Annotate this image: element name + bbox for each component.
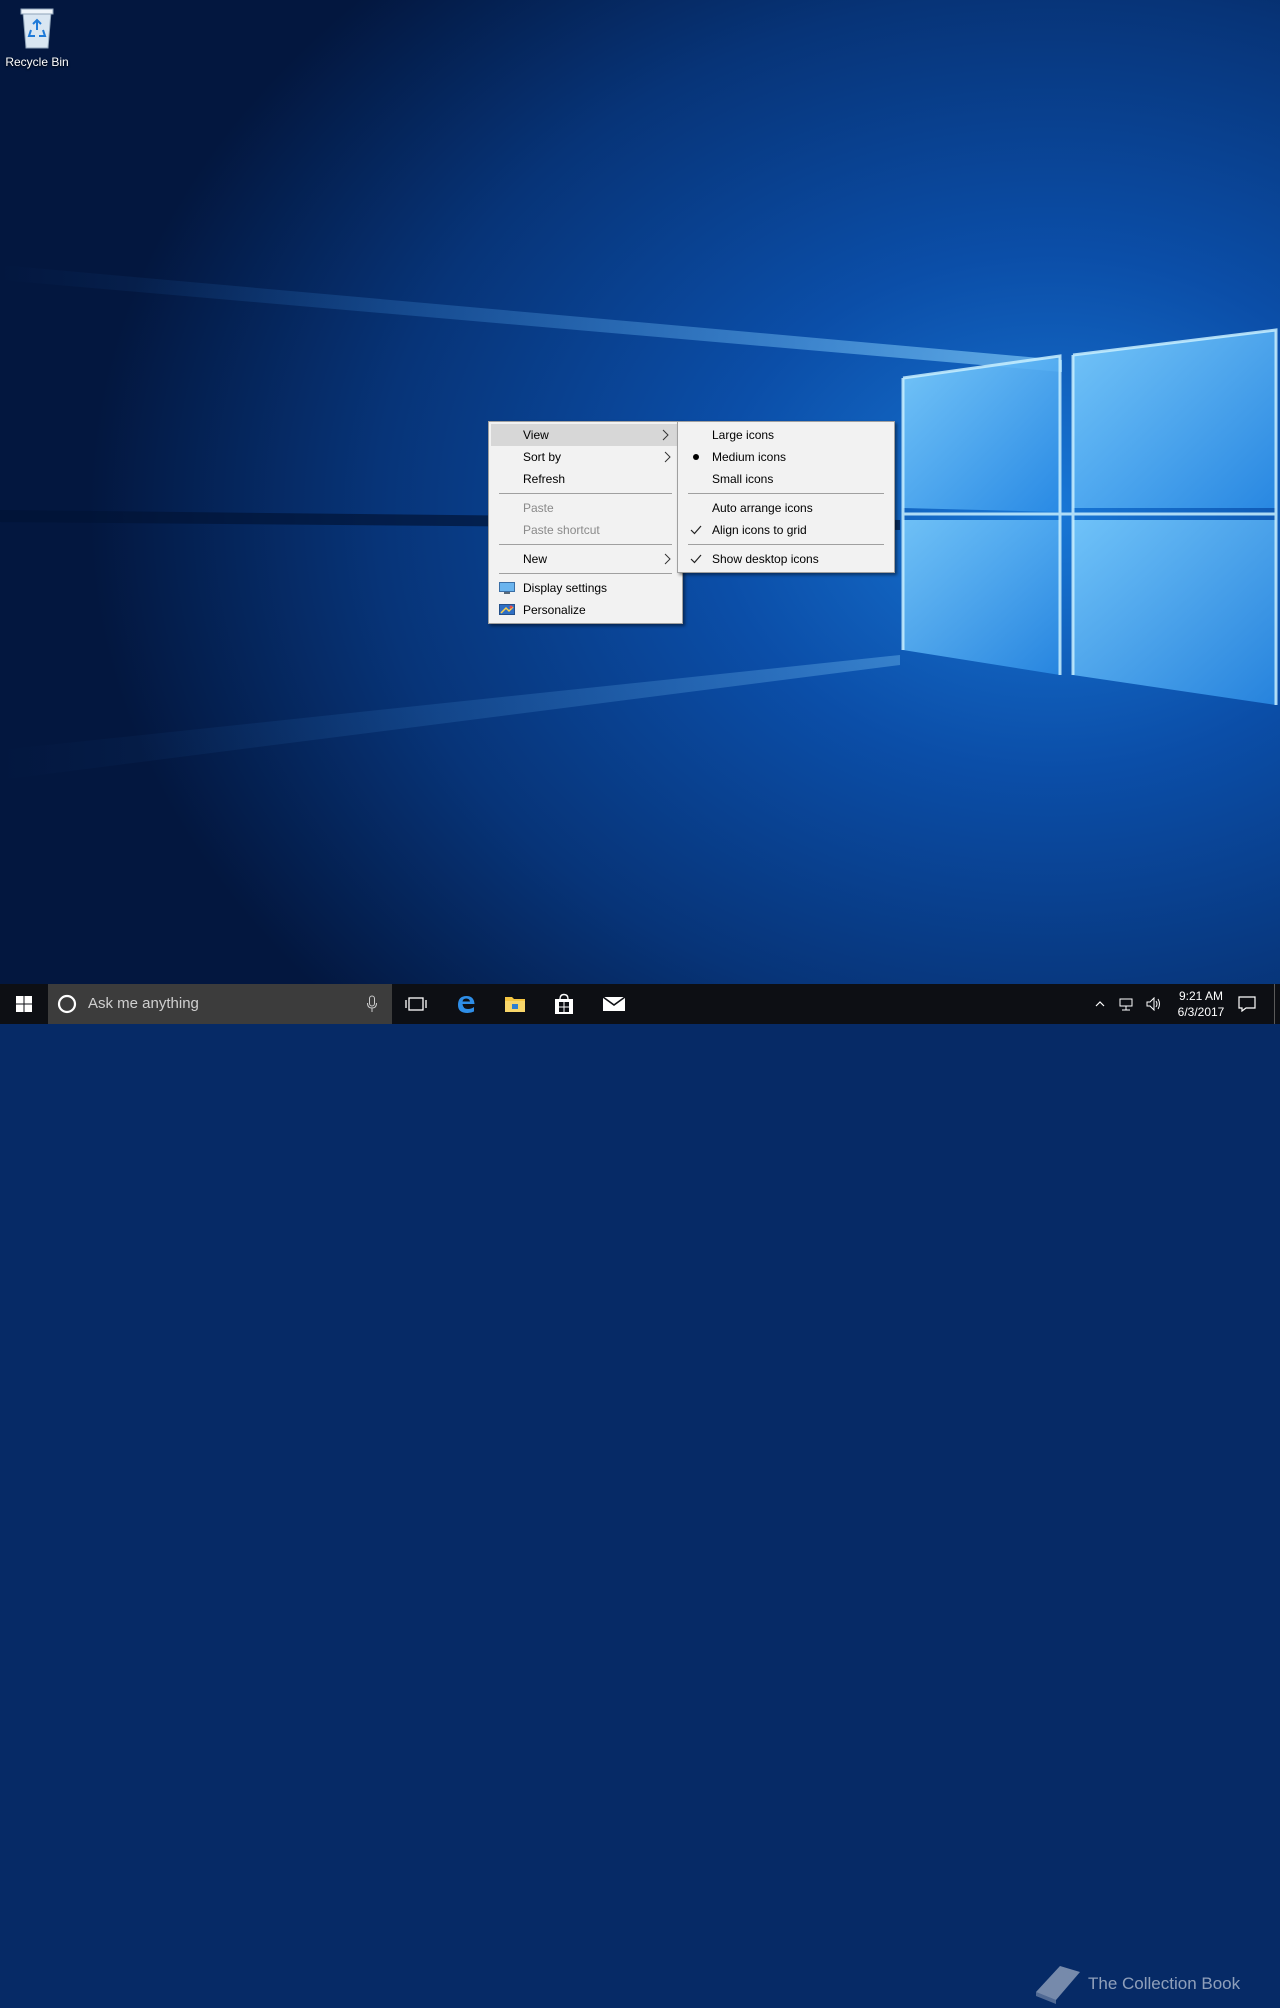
start-button[interactable] bbox=[0, 984, 48, 1024]
book-logo-icon bbox=[1036, 1966, 1080, 2004]
menu-item-auto-arrange-icons[interactable]: Auto arrange icons bbox=[678, 497, 894, 519]
menu-item-label: Paste shortcut bbox=[523, 523, 600, 537]
menu-item-label: New bbox=[523, 552, 548, 566]
store-icon bbox=[555, 993, 573, 1014]
edge-icon bbox=[458, 996, 475, 1013]
menu-item-label: Show desktop icons bbox=[712, 552, 819, 566]
checkmark-icon bbox=[688, 519, 704, 541]
menu-separator bbox=[499, 493, 672, 494]
menu-item-label: Small icons bbox=[712, 472, 774, 486]
chevron-right-icon bbox=[662, 429, 669, 441]
display-settings-icon bbox=[499, 582, 515, 594]
menu-item-refresh[interactable]: Refresh bbox=[489, 468, 682, 490]
action-center-button[interactable] bbox=[1238, 984, 1256, 1024]
file-explorer-icon bbox=[505, 997, 525, 1012]
desktop-context-menu: View Sort by Refresh Paste Paste shortcu… bbox=[488, 421, 683, 624]
store-button[interactable] bbox=[540, 984, 588, 1024]
mail-button[interactable] bbox=[589, 984, 639, 1024]
menu-item-label: Auto arrange icons bbox=[712, 501, 813, 515]
menu-item-show-desktop-icons[interactable]: Show desktop icons bbox=[678, 548, 894, 570]
system-tray bbox=[1094, 984, 1162, 1024]
taskbar-clock[interactable]: 9:21 AM 6/3/2017 bbox=[1166, 988, 1236, 1020]
file-explorer-button[interactable] bbox=[491, 984, 539, 1024]
recycle-bin-icon bbox=[20, 8, 54, 49]
recycle-bin-label: Recycle Bin bbox=[5, 55, 69, 69]
menu-separator bbox=[499, 573, 672, 574]
menu-item-label: Large icons bbox=[712, 428, 775, 442]
clock-date: 6/3/2017 bbox=[1177, 1005, 1225, 1019]
menu-separator bbox=[688, 544, 884, 545]
volume-icon[interactable] bbox=[1146, 997, 1162, 1011]
menu-item-label: Personalize bbox=[523, 603, 586, 617]
menu-item-large-icons[interactable]: Large icons bbox=[678, 424, 894, 446]
menu-item-sort-by[interactable]: Sort by bbox=[489, 446, 682, 468]
menu-separator bbox=[688, 493, 884, 494]
view-submenu: Large icons Medium icons Small icons Aut… bbox=[677, 421, 895, 573]
recycle-bin-shortcut[interactable]: Recycle Bin bbox=[2, 6, 72, 69]
cortana-search-box[interactable]: Ask me anything bbox=[48, 984, 392, 1024]
cortana-icon bbox=[57, 994, 77, 1014]
menu-item-label: Sort by bbox=[523, 450, 562, 464]
radio-bullet-icon bbox=[688, 446, 704, 468]
menu-item-label: Display settings bbox=[523, 581, 608, 595]
menu-item-label: Paste bbox=[523, 501, 554, 515]
taskbar: Ask me anything The Collection Book 9:21… bbox=[0, 984, 1280, 2004]
chevron-right-icon bbox=[664, 451, 671, 463]
task-view-button[interactable] bbox=[392, 984, 440, 1024]
chevron-right-icon bbox=[664, 553, 671, 565]
chevron-up-icon[interactable] bbox=[1094, 998, 1106, 1010]
show-desktop-button[interactable] bbox=[1274, 984, 1280, 1024]
menu-item-medium-icons[interactable]: Medium icons bbox=[678, 446, 894, 468]
menu-item-label: Refresh bbox=[523, 472, 566, 486]
edge-button[interactable] bbox=[441, 984, 491, 1024]
personalize-icon bbox=[499, 604, 515, 615]
menu-item-new[interactable]: New bbox=[489, 548, 682, 570]
menu-item-paste-shortcut: Paste shortcut bbox=[489, 519, 682, 541]
microphone-icon[interactable] bbox=[366, 995, 378, 1013]
menu-item-label: Align icons to grid bbox=[712, 523, 807, 537]
menu-item-paste: Paste bbox=[489, 497, 682, 519]
menu-item-label: View bbox=[523, 428, 549, 442]
search-placeholder: Ask me anything bbox=[88, 995, 199, 1012]
task-view-icon bbox=[405, 997, 427, 1011]
checkmark-icon bbox=[688, 548, 704, 570]
menu-item-small-icons[interactable]: Small icons bbox=[678, 468, 894, 490]
menu-item-display-settings[interactable]: Display settings bbox=[489, 577, 682, 599]
watermark: The Collection Book bbox=[1030, 1960, 1240, 2008]
menu-item-personalize[interactable]: Personalize bbox=[489, 599, 682, 621]
mail-icon bbox=[602, 996, 626, 1011]
menu-item-label: Medium icons bbox=[712, 450, 787, 464]
clock-time: 9:21 AM bbox=[1178, 989, 1224, 1003]
network-icon[interactable] bbox=[1118, 997, 1134, 1011]
windows-logo-icon bbox=[16, 996, 32, 1012]
menu-item-align-icons-to-grid[interactable]: Align icons to grid bbox=[678, 519, 894, 541]
menu-item-view[interactable]: View bbox=[491, 424, 680, 446]
menu-separator bbox=[499, 544, 672, 545]
watermark-text: The Collection Book bbox=[1088, 1974, 1241, 1993]
action-center-icon bbox=[1238, 996, 1256, 1012]
